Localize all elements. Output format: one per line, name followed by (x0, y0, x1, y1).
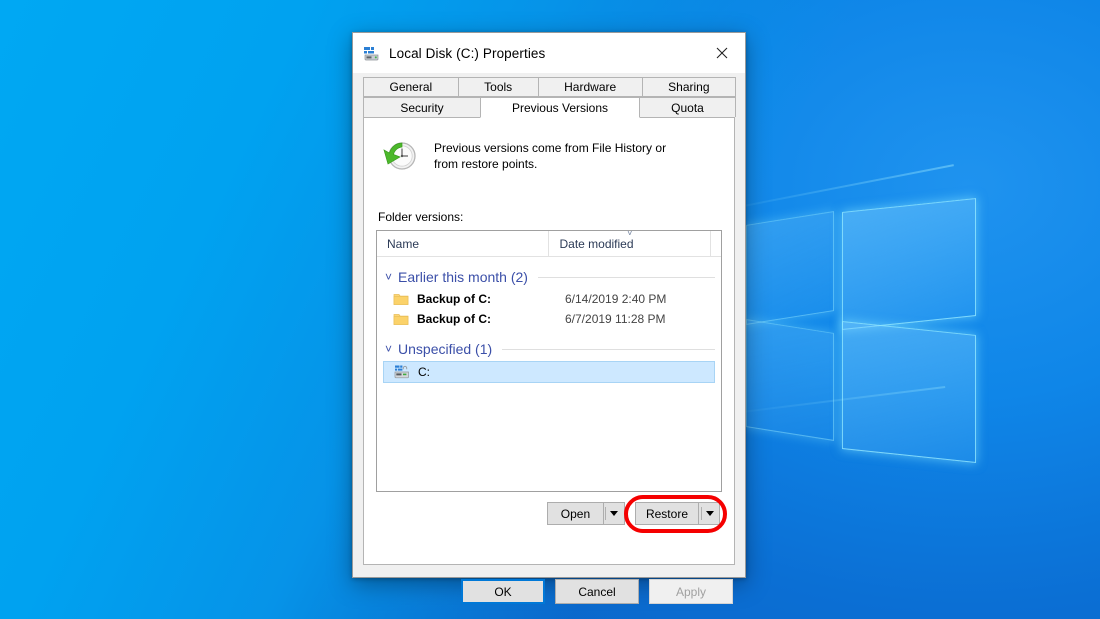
folder-versions-label: Folder versions: (378, 210, 464, 224)
dialog-titlebar: Local Disk (C:) Properties (353, 33, 745, 73)
button-label: OK (494, 584, 512, 599)
table-row[interactable]: Backup of C: 6/14/2019 2:40 PM (377, 289, 721, 309)
tab-security[interactable]: Security (363, 97, 481, 117)
tab-tools[interactable]: Tools (457, 77, 539, 97)
clock-restore-icon (380, 136, 420, 176)
tab-label: General (389, 80, 433, 94)
action-buttons: Open Restore (376, 495, 727, 533)
tab-label: Sharing (668, 80, 710, 94)
group-divider (537, 276, 715, 278)
tab-row-1: General Tools Hardware Sharing (363, 77, 736, 97)
group-label: Earlier this month (2) (398, 269, 528, 285)
list-group-unspecified: ˅ Unspecified (1) C: (377, 337, 721, 383)
column-header-name[interactable]: Name (377, 231, 548, 257)
dialog-footer: OK Cancel Apply (353, 565, 745, 604)
restore-split-button[interactable]: Restore (634, 502, 720, 525)
info-text: Previous versions come from File History… (434, 141, 667, 171)
tab-label: Hardware (564, 80, 617, 94)
tab-label: Tools (484, 80, 513, 94)
chevron-down-icon[interactable]: ˅ (385, 343, 392, 355)
row-name: Backup of C: (417, 312, 492, 326)
list-column-headers: Name ˅ Date modified (377, 231, 721, 257)
close-icon[interactable] (699, 33, 745, 73)
tab-hardware[interactable]: Hardware (537, 77, 643, 97)
row-name: Backup of C: (417, 292, 492, 306)
windows-logo (708, 150, 1076, 480)
folder-icon (393, 291, 409, 307)
info-banner: Previous versions come from File History… (380, 136, 722, 176)
tab-quota[interactable]: Quota (639, 97, 736, 117)
row-date-modified: 6/14/2019 2:40 PM (565, 292, 667, 306)
folder-versions-listview[interactable]: Name ˅ Date modified ˅ Earlier this mont… (376, 230, 722, 492)
button-label: Apply (675, 584, 707, 599)
folder-icon (393, 311, 409, 327)
tab-row-2: Security Previous Versions Quota (363, 97, 736, 118)
cancel-button[interactable]: Cancel (555, 579, 639, 604)
column-label: Date modified (559, 236, 634, 251)
column-header-date-modified[interactable]: ˅ Date modified (548, 231, 710, 257)
drive-icon (394, 364, 410, 380)
chevron-down-icon (610, 511, 619, 516)
tab-previous-versions[interactable]: Previous Versions (480, 97, 640, 118)
table-row[interactable]: C: (383, 361, 715, 383)
open-split-button[interactable]: Open (546, 502, 625, 525)
group-divider (502, 348, 715, 350)
tab-label: Previous Versions (511, 100, 609, 115)
group-header[interactable]: ˅ Unspecified (1) (377, 337, 721, 361)
tab-strip: General Tools Hardware Sharing Security … (353, 73, 745, 118)
row-name: C: (418, 365, 430, 379)
column-header-spacer (710, 231, 721, 257)
row-date-modified: 6/7/2019 11:28 PM (565, 312, 666, 326)
table-row[interactable]: Backup of C: 6/7/2019 11:28 PM (377, 309, 721, 329)
properties-dialog: Local Disk (C:) Properties General Tools… (352, 32, 746, 604)
desktop-background: Local Disk (C:) Properties General Tools… (0, 0, 1100, 619)
dialog-title: Local Disk (C:) Properties (389, 45, 546, 61)
button-label: Cancel (578, 584, 616, 599)
list-group-earlier-this-month: ˅ Earlier this month (2) Backup of C: 6/… (377, 265, 721, 329)
group-label: Unspecified (1) (398, 341, 493, 357)
tab-sharing[interactable]: Sharing (641, 77, 736, 97)
restore-button[interactable]: Restore (634, 502, 699, 525)
group-header[interactable]: ˅ Earlier this month (2) (377, 265, 721, 289)
sort-descending-icon: ˅ (626, 230, 633, 239)
apply-button: Apply (649, 579, 733, 604)
tab-general[interactable]: General (363, 77, 459, 97)
tab-label: Quota (671, 100, 704, 115)
open-dropdown-arrow[interactable] (603, 502, 625, 525)
restore-dropdown-arrow[interactable] (699, 502, 720, 525)
ok-button[interactable]: OK (461, 579, 545, 604)
hard-disk-icon (363, 44, 381, 62)
chevron-down-icon (705, 511, 714, 516)
tab-label: Security (400, 100, 444, 115)
column-label: Name (387, 236, 420, 251)
tab-page-previous-versions: Previous versions come from File History… (363, 117, 735, 565)
chevron-down-icon[interactable]: ˅ (385, 271, 392, 283)
open-button[interactable]: Open (546, 502, 604, 525)
